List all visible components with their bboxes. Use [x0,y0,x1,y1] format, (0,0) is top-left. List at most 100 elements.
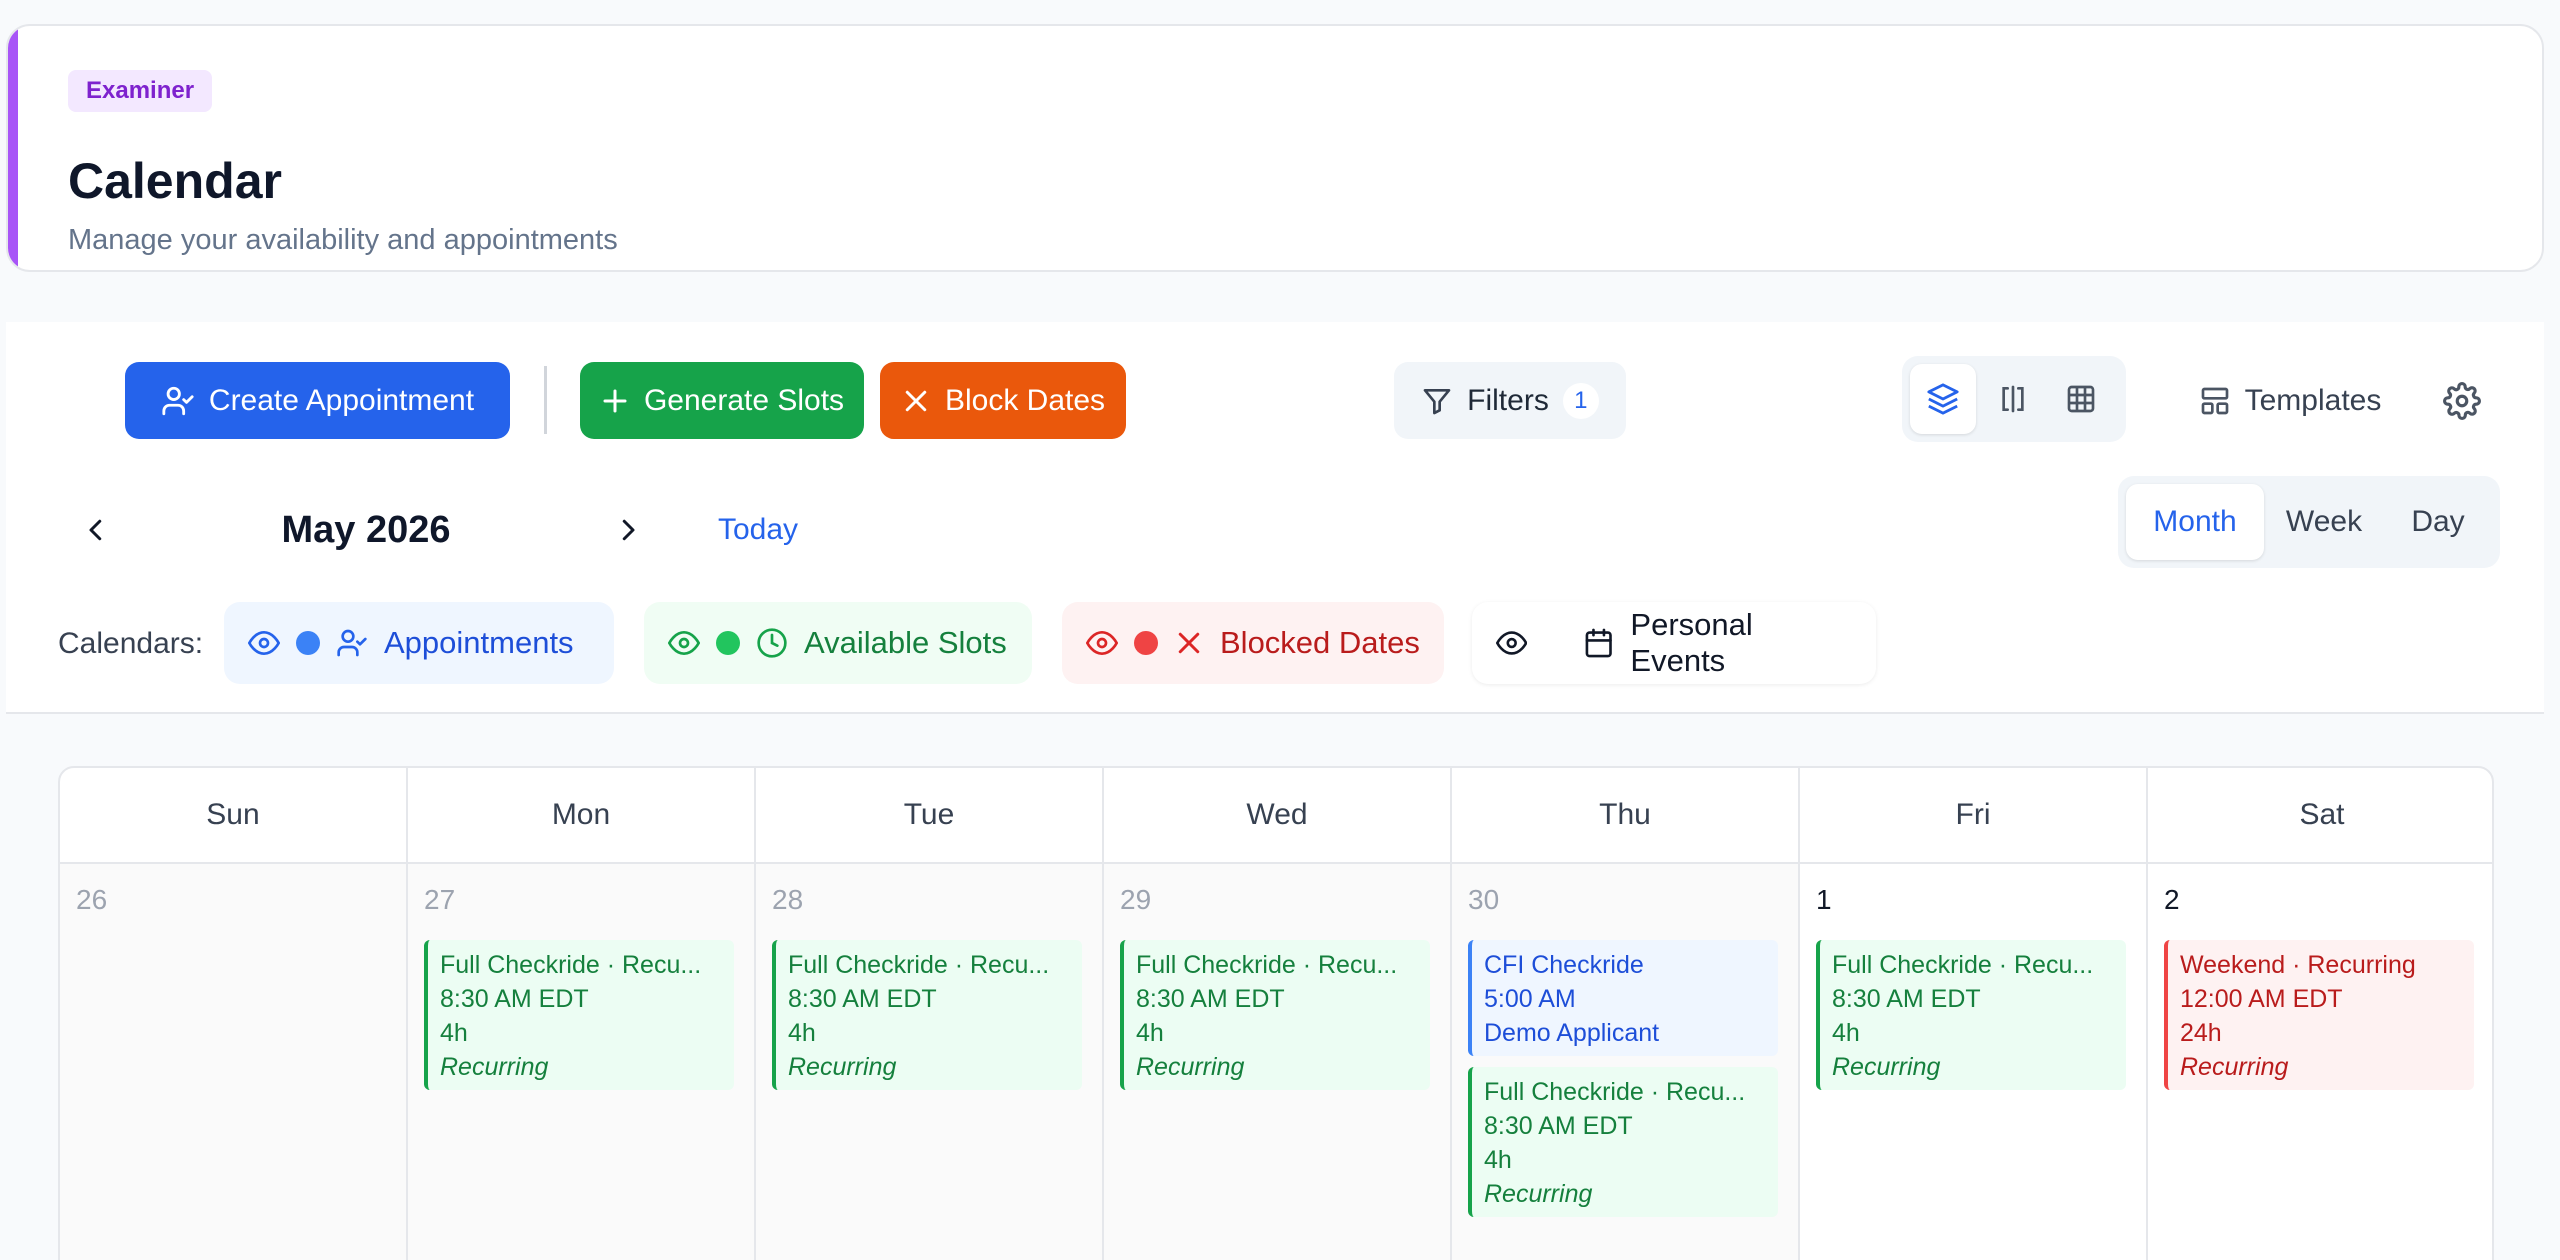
event-duration: 24h [2180,1019,2222,1047]
day-cell[interactable]: 1 Full Checkride · Recu... 8:30 AM EDT 4… [1800,864,2148,1260]
event-time: 8:30 AM EDT [440,985,589,1013]
calendar-toggle-available-slots[interactable]: Available Slots [644,602,1032,684]
weekday-header: Sun [60,768,408,862]
event-applicant: Demo Applicant [1484,1019,1660,1047]
day-number: 2 [2164,884,2180,915]
month-mode-button[interactable]: Month [2126,484,2264,560]
calendar-event[interactable]: Full Checkride · Recu... 8:30 AM EDT 4h … [772,940,1082,1090]
event-title: Full Checkride · Recu... [440,951,702,979]
role-badge: Examiner [68,70,213,112]
create-appointment-label: Create Appointment [208,383,475,417]
day-number: 28 [772,884,804,915]
weekday-header: Tue [756,768,1104,862]
month-grid: Sun Mon Tue Wed Thu Fri Sat 26 27 Full C… [58,766,2494,1260]
event-title: Full Checkride · Recu... [1832,951,2094,979]
appointment-event[interactable]: CFI Checkride 5:00 AM Demo Applicant [1468,940,1778,1056]
next-month-button[interactable] [600,502,656,558]
day-cell[interactable]: 28 Full Checkride · Recu... 8:30 AM EDT … [756,864,1104,1260]
day-mode-button[interactable]: Day [2384,484,2492,560]
day-number: 27 [424,884,456,915]
weekday-header: Sat [2299,798,2345,831]
calendar-toggle-blocked-dates[interactable]: Blocked Dates [1062,602,1444,684]
layers-view-button[interactable] [1910,364,1976,434]
day-cell[interactable]: 29 Full Checkride · Recu... 8:30 AM EDT … [1104,864,1452,1260]
appointments-color-dot [296,631,320,655]
event-title: Full Checkride · Recu... [788,951,1050,979]
eye-icon [1496,631,1528,655]
day-number: 29 [1120,884,1152,915]
event-recurring-note: Recurring [440,1053,549,1081]
event-time: 8:30 AM EDT [1136,985,1285,1013]
view-layout-switcher [1902,356,2126,442]
event-title: Full Checkride · Recu... [1484,1078,1746,1106]
calendar-event[interactable]: Full Checkride · Recu... 8:30 AM EDT 4h … [1120,940,1430,1090]
user-check-icon [337,629,367,657]
calendars-label: Calendars: [58,627,204,660]
templates-label: Templates [2244,383,2382,417]
day-number: 26 [76,884,108,915]
calendar-event[interactable]: Full Checkride · Recu... 8:30 AM EDT 4h … [1816,940,2126,1090]
today-button[interactable]: Today [718,506,798,554]
calendar-event[interactable]: Full Checkride · Recu... 8:30 AM EDT 4h … [1468,1067,1778,1217]
day-cell[interactable]: 2 Weekend · Recurring 12:00 AM EDT 24h R… [2148,864,2492,1260]
week-mode-button[interactable]: Week [2268,484,2380,560]
grid-view-button[interactable] [2048,364,2114,434]
weekday-header: Wed [1104,768,1452,862]
calendar-toggle-appointments[interactable]: Appointments [224,602,614,684]
event-recurring-note: Recurring [788,1053,897,1081]
day-number: 30 [1468,884,1500,915]
day-cell[interactable]: 26 [60,864,408,1260]
settings-button[interactable] [2426,362,2498,439]
event-time: 12:00 AM EDT [2180,985,2343,1013]
generate-slots-label: Generate Slots [643,383,845,417]
event-duration: 4h [788,1019,816,1047]
filters-button[interactable]: Filters 1 [1394,362,1626,439]
event-recurring-note: Recurring [1136,1053,1245,1081]
event-title: Weekend · Recurring [2180,951,2416,979]
view-mode-switch: Month Week Day [2118,476,2500,568]
blocked-dates-label: Blocked Dates [1220,625,1420,660]
block-dates-label: Block Dates [944,383,1106,417]
event-recurring-note: Recurring [1484,1180,1593,1208]
block-dates-button[interactable]: Block Dates [880,362,1126,439]
weekday-header-row: Sun Mon Tue Wed Thu Fri Sat [60,768,2492,864]
previous-month-button[interactable] [68,502,124,558]
filter-icon [1423,388,1451,414]
appointments-label: Appointments [384,625,574,660]
calendar-event[interactable]: Full Checkride · Recu... 8:30 AM EDT 4h … [424,940,734,1090]
columns-icon [2002,385,2024,413]
event-duration: 4h [1136,1019,1164,1047]
day-cell[interactable]: 27 Full Checkride · Recu... 8:30 AM EDT … [408,864,756,1260]
current-month-label: May 2026 [281,509,451,551]
x-icon [905,390,927,411]
eye-icon [248,630,280,656]
event-duration: 4h [1832,1019,1860,1047]
clock-icon [757,628,787,658]
blocked-date-event[interactable]: Weekend · Recurring 12:00 AM EDT 24h Rec… [2164,940,2474,1090]
event-time: 8:30 AM EDT [1484,1112,1633,1140]
available-slots-label: Available Slots [804,625,1007,660]
event-recurring-note: Recurring [2180,1053,2289,1081]
calendar-controls-panel: Create Appointment Generate Slots Block … [6,322,2544,714]
templates-button[interactable]: Templates [2172,362,2408,439]
day-number: 1 [1816,884,1832,915]
available-slots-color-dot [716,631,740,655]
split-view-button[interactable] [1980,364,2046,434]
layers-icon [1927,383,1959,415]
toolbar-divider [544,366,547,434]
weekday-header: Mon [408,768,756,862]
generate-slots-button[interactable]: Generate Slots [580,362,864,439]
calendar-toggle-personal-events[interactable]: Personal Events [1472,602,1876,684]
weekday-header: Fri [1800,768,2148,862]
grid-icon [2067,385,2095,413]
event-duration: 4h [440,1019,468,1047]
eye-icon [1086,630,1118,656]
template-icon [2201,387,2228,414]
chevron-right-icon [622,519,635,541]
create-appointment-button[interactable]: Create Appointment [125,362,510,439]
day-cell[interactable]: 30 CFI Checkride 5:00 AM Demo Applicant … [1452,864,1800,1260]
event-title: Full Checkride · Recu... [1136,951,1398,979]
event-recurring-note: Recurring [1832,1053,1941,1081]
page-title: Calendar [68,153,282,209]
event-time: 5:00 AM [1484,985,1576,1013]
